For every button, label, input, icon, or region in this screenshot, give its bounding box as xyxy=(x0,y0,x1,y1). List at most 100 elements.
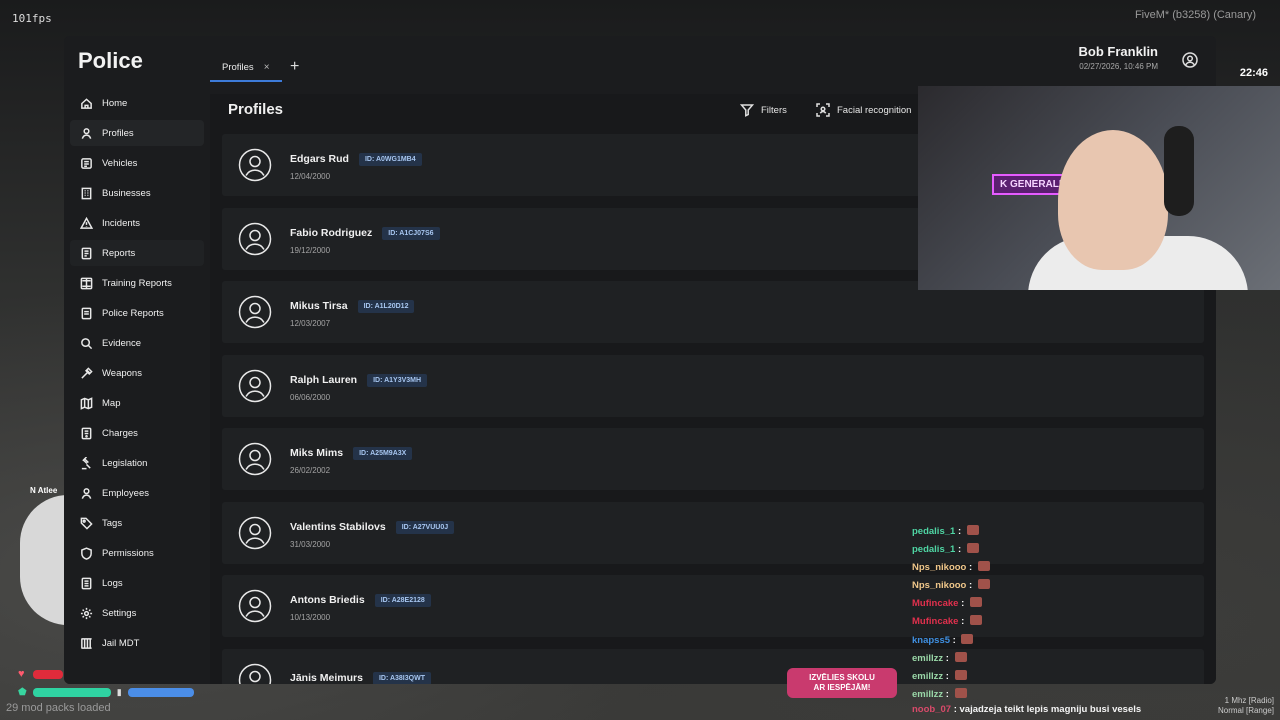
sidebar-item-incidents[interactable]: Incidents xyxy=(70,210,204,236)
heart-icon: ♥ xyxy=(18,668,25,680)
profile-avatar-icon xyxy=(238,516,272,550)
sidebar-item-employees[interactable]: Employees xyxy=(70,480,204,506)
sidebar-item-legislation[interactable]: Legislation xyxy=(70,450,204,476)
chat-message: vajadzeja teikt lepis magniju busi vesel… xyxy=(959,704,1142,715)
chat-emote-icon xyxy=(961,633,974,644)
chat-emote-icon xyxy=(954,687,967,698)
sidebar-item-label: Evidence xyxy=(102,337,142,349)
sidebar-item-label: Home xyxy=(102,97,128,109)
sidebar-item-label: Incidents xyxy=(102,217,141,229)
profile-name: Fabio Rodriguez xyxy=(290,226,373,239)
chat-username: Nps_nikooo xyxy=(912,562,967,574)
profile-name: Antons Briedis xyxy=(290,594,365,606)
profile-id-badge: ID: A1Y3V3MH xyxy=(367,373,428,387)
sidebar-item-label: Weapons xyxy=(102,367,142,379)
chat-line: Mufincake : xyxy=(912,595,990,613)
profile-dob: 12/04/2000 xyxy=(290,172,331,181)
sidebar-item-charges[interactable]: Charges xyxy=(70,420,204,446)
armor-icon: ⬟ xyxy=(18,687,27,698)
profile-row[interactable]: Antons Briedis ID: A28E2128 10/13/2000 xyxy=(222,575,1204,637)
gear-icon xyxy=(79,606,93,620)
profile-id-badge: ID: A1L20D12 xyxy=(357,300,415,313)
chat-emote-icon xyxy=(969,615,982,626)
profile-id-badge: ID: A38I3QWT xyxy=(372,672,431,684)
add-tab-button[interactable]: + xyxy=(290,58,299,76)
sidebar-item-profiles[interactable]: Profiles xyxy=(70,120,204,146)
app-title: Police xyxy=(78,48,143,73)
sidebar-item-label: Training Reports xyxy=(102,277,172,289)
profile-id-badge: ID: A25M9A3X xyxy=(353,447,413,460)
sidebar-item-vehicles[interactable]: Vehicles xyxy=(70,150,204,176)
profile-dob: 10/13/2000 xyxy=(290,613,331,622)
filters-label: Filters xyxy=(761,104,787,116)
streamer-face xyxy=(1058,130,1168,270)
game-clock: 22:46 xyxy=(1239,67,1268,79)
facial-recognition-button[interactable]: Facial recognition xyxy=(816,103,911,117)
jail-icon xyxy=(79,636,93,650)
banner-line1: IZVĒLIES SKOLU xyxy=(809,673,875,682)
weapon-icon xyxy=(79,366,93,380)
mods-loaded-text: 29 mod packs loaded xyxy=(6,702,111,714)
profile-dob: 19/12/2000 xyxy=(290,245,331,255)
health-hud: ♥ xyxy=(18,668,63,680)
sidebar-item-jail-mdt[interactable]: Jail MDT xyxy=(70,630,204,656)
profile-avatar-icon xyxy=(238,663,272,684)
sidebar-item-tags[interactable]: Tags xyxy=(70,510,204,536)
sidebar-item-map[interactable]: Map xyxy=(70,390,204,416)
chat-emote-icon xyxy=(954,669,967,680)
chat-line: emillzz : xyxy=(912,650,990,668)
tag-icon xyxy=(79,516,93,530)
profile-avatar-icon xyxy=(238,148,272,182)
profile-row[interactable]: Ralph Lauren ID: A1Y3V3MH 06/06/2000 xyxy=(222,354,1204,417)
chat-username: Mufincake xyxy=(912,616,959,628)
tab-profiles[interactable]: Profiles × xyxy=(210,54,282,82)
chat-line: Nps_nikooo : xyxy=(912,559,990,577)
user-account-icon[interactable] xyxy=(1182,52,1198,68)
sidebar-item-permissions[interactable]: Permissions xyxy=(70,540,204,566)
profile-row[interactable]: Mikus Tirsa ID: A1L20D12 12/03/2007 xyxy=(222,281,1204,343)
sidebar-item-settings[interactable]: Settings xyxy=(70,600,204,626)
health-bar xyxy=(32,669,63,679)
chat-username: emillzz xyxy=(912,670,944,682)
profile-row[interactable]: Valentins Stabilovs ID: A27VUU0J 31/03/200… xyxy=(222,501,1204,564)
tab-label: Profiles xyxy=(222,61,254,73)
chat-line: pedalis_1 : xyxy=(912,523,990,541)
profile-name: Valentins Stabilovs xyxy=(290,520,386,533)
sidebar-item-businesses[interactable]: Businesses xyxy=(70,180,204,206)
profile-avatar-icon xyxy=(238,442,272,476)
chat-line: pedalis_1 : xyxy=(912,541,990,559)
page-title: Profiles xyxy=(228,101,284,118)
sidebar-item-weapons[interactable]: Weapons xyxy=(70,360,204,386)
profile-row[interactable]: Jānis Meimurs ID: A38I3QWT xyxy=(222,648,1204,684)
close-icon[interactable]: × xyxy=(264,62,270,73)
sidebar-item-logs[interactable]: Logs xyxy=(70,570,204,596)
sidebar-item-label: Profiles xyxy=(102,127,134,139)
user-datetime: 02/27/2026, 10:46 PM xyxy=(1079,62,1158,71)
sidebar-item-home[interactable]: Home xyxy=(70,90,204,116)
chat-username: knapss5 xyxy=(912,634,951,646)
stamina-bar xyxy=(127,688,194,697)
sidebar-item-reports[interactable]: Reports xyxy=(70,240,204,266)
fps-counter: 101fps xyxy=(12,12,52,25)
sidebar-nav: Home Profiles Vehicles Businesses Incidents R… xyxy=(70,90,204,660)
sidebar-item-evidence[interactable]: Evidence xyxy=(70,330,204,356)
user-info: Bob Franklin 02/27/2026, 10:46 PM xyxy=(1079,44,1158,71)
sidebar-item-label: Jail MDT xyxy=(102,637,140,649)
sidebar-item-label: Charges xyxy=(102,427,138,439)
sidebar-item-label: Employees xyxy=(102,487,149,499)
profile-name: Jānis Meimurs xyxy=(290,672,363,684)
sidebar-item-training-reports[interactable]: Training Reports xyxy=(70,270,204,296)
armor-bar xyxy=(32,688,111,697)
profile-info: Jānis Meimurs ID: A38I3QWT xyxy=(290,668,431,684)
radio-info: 1 Mhz [Radio] Normal [Range] xyxy=(1218,696,1274,716)
profile-row[interactable]: Miks Mims ID: A25M9A3X 26/02/2002 xyxy=(222,428,1204,490)
profile-info: Antons Briedis ID: A28E2128 10/13/2000 xyxy=(290,590,431,622)
banner-line2: AR IESPĒJĀM! xyxy=(813,683,871,692)
filters-button[interactable]: Filters xyxy=(740,103,787,117)
stream-chat: pedalis_1 : pedalis_1 : Nps_nikooo : Nps… xyxy=(912,523,990,704)
sidebar-item-police-reports[interactable]: Police Reports xyxy=(70,300,204,326)
profile-dob: 31/03/2000 xyxy=(290,539,331,549)
profile-info: Miks Mims ID: A25M9A3X 26/02/2002 xyxy=(290,443,413,475)
chat-username: emillzz xyxy=(912,688,944,700)
profile-id-badge: ID: A1CJ07S6 xyxy=(382,226,440,240)
